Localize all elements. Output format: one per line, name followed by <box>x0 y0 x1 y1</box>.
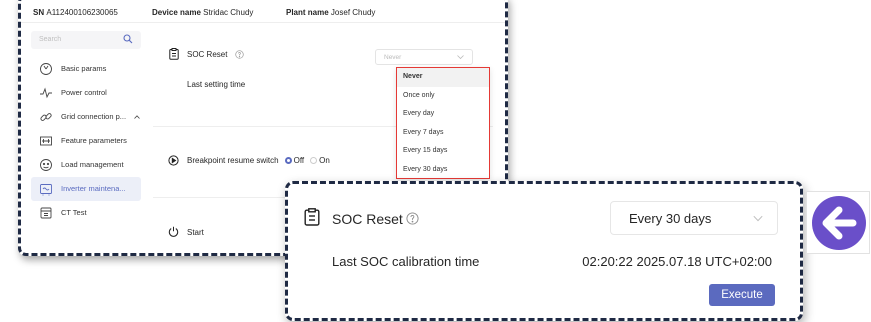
sidebar-item-feature-parameters[interactable]: Feature parameters <box>31 129 141 153</box>
sidebar-item-load-management[interactable]: Load management <box>31 153 141 177</box>
plant-info: Plant name Josef Chudy <box>286 8 375 17</box>
device-info: Device name Stridac Chudy <box>152 8 253 17</box>
clipboard-icon <box>304 208 320 226</box>
soc-reset-dropdown: Never Once only Every day Every 7 days E… <box>396 67 490 179</box>
execute-button[interactable]: Execute <box>709 284 775 306</box>
help-icon[interactable] <box>406 212 419 225</box>
zoom-title: SOC Reset <box>332 211 403 227</box>
last-setting-label: Last setting time <box>187 80 246 89</box>
sidebar-item-ct-test[interactable]: CT Test <box>31 201 141 225</box>
link-icon <box>40 113 52 121</box>
radio-off-label: Off <box>293 156 305 165</box>
resume-icon <box>168 155 179 166</box>
parameters-icon <box>40 136 52 146</box>
inverter-icon <box>40 184 52 196</box>
sidebar-item-inverter-maintenance[interactable]: Inverter maintena... <box>31 177 141 201</box>
sn-label: SN <box>33 8 45 17</box>
sidebar-item-basic-params[interactable]: Basic params <box>31 57 141 81</box>
help-icon[interactable] <box>235 50 244 59</box>
dropdown-option-every-15-days[interactable]: Every 15 days <box>397 142 489 161</box>
dropdown-option-every-30-days[interactable]: Every 30 days <box>397 161 489 180</box>
sidebar-item-label: CT Test <box>61 208 87 217</box>
zoomed-soc-reset-panel: SOC Reset Every 30 days Last SOC calibra… <box>285 181 803 321</box>
select-value: Every 30 days <box>629 211 712 226</box>
breakpoint-resume-row: Breakpoint resume switch Off On <box>187 156 330 165</box>
dropdown-option-never[interactable]: Never <box>397 68 489 87</box>
sidebar-item-power-control[interactable]: Power control <box>31 81 141 105</box>
sidebar-item-label: Load management <box>61 160 124 169</box>
sidebar-item-label: Grid connection p... <box>61 112 127 121</box>
plant-label: Plant name <box>286 8 329 17</box>
sidebar: Search Basic params Power control Grid c… <box>31 31 141 225</box>
radio-on[interactable] <box>310 156 318 164</box>
sidebar-item-grid-connection[interactable]: Grid connection p... <box>31 105 141 129</box>
sidebar-item-label: Power control <box>61 88 107 97</box>
dropdown-option-every-7-days[interactable]: Every 7 days <box>397 124 489 143</box>
gauge-icon <box>40 63 52 75</box>
clipboard-icon <box>169 48 179 60</box>
radio-on-label: On <box>319 156 330 165</box>
dropdown-option-once-only[interactable]: Once only <box>397 87 489 106</box>
ct-icon <box>40 207 52 219</box>
search-placeholder: Search <box>39 36 62 43</box>
search-icon[interactable] <box>123 34 133 44</box>
sn-info: SN A112400106230065 <box>33 8 118 17</box>
chevron-up-icon[interactable] <box>134 115 140 119</box>
start-label: Start <box>187 228 204 237</box>
waveform-icon <box>40 87 52 99</box>
device-info-bar: SN A112400106230065 Device name Stridac … <box>21 3 505 23</box>
soc-reset-frequency-select[interactable]: Every 30 days <box>610 201 778 235</box>
sn-value: A112400106230065 <box>46 8 118 17</box>
load-icon <box>40 159 52 171</box>
search-input[interactable]: Search <box>31 31 141 49</box>
radio-off[interactable] <box>284 156 292 164</box>
soc-reset-select-value: Never <box>384 54 402 61</box>
dropdown-option-every-day[interactable]: Every day <box>397 105 489 124</box>
device-label: Device name <box>152 8 201 17</box>
arrow-badge <box>806 191 870 254</box>
plant-value: Josef Chudy <box>330 8 376 17</box>
soc-reset-select[interactable]: Never <box>375 49 473 65</box>
soc-reset-label: SOC Reset <box>187 50 228 59</box>
breakpoint-label: Breakpoint resume switch <box>187 156 279 165</box>
arrow-left-icon <box>812 196 866 250</box>
device-value: Stridac Chudy <box>203 8 254 17</box>
chevron-down-icon <box>457 55 464 60</box>
calibration-time-label: Last SOC calibration time <box>332 254 480 269</box>
sidebar-item-label: Inverter maintena... <box>61 184 126 193</box>
chevron-down-icon <box>753 215 763 222</box>
sidebar-item-label: Basic params <box>61 64 107 73</box>
sidebar-item-label: Feature parameters <box>61 136 127 145</box>
calibration-time-value: 02:20:22 2025.07.18 UTC+02:00 <box>582 254 772 269</box>
power-icon <box>168 226 179 237</box>
